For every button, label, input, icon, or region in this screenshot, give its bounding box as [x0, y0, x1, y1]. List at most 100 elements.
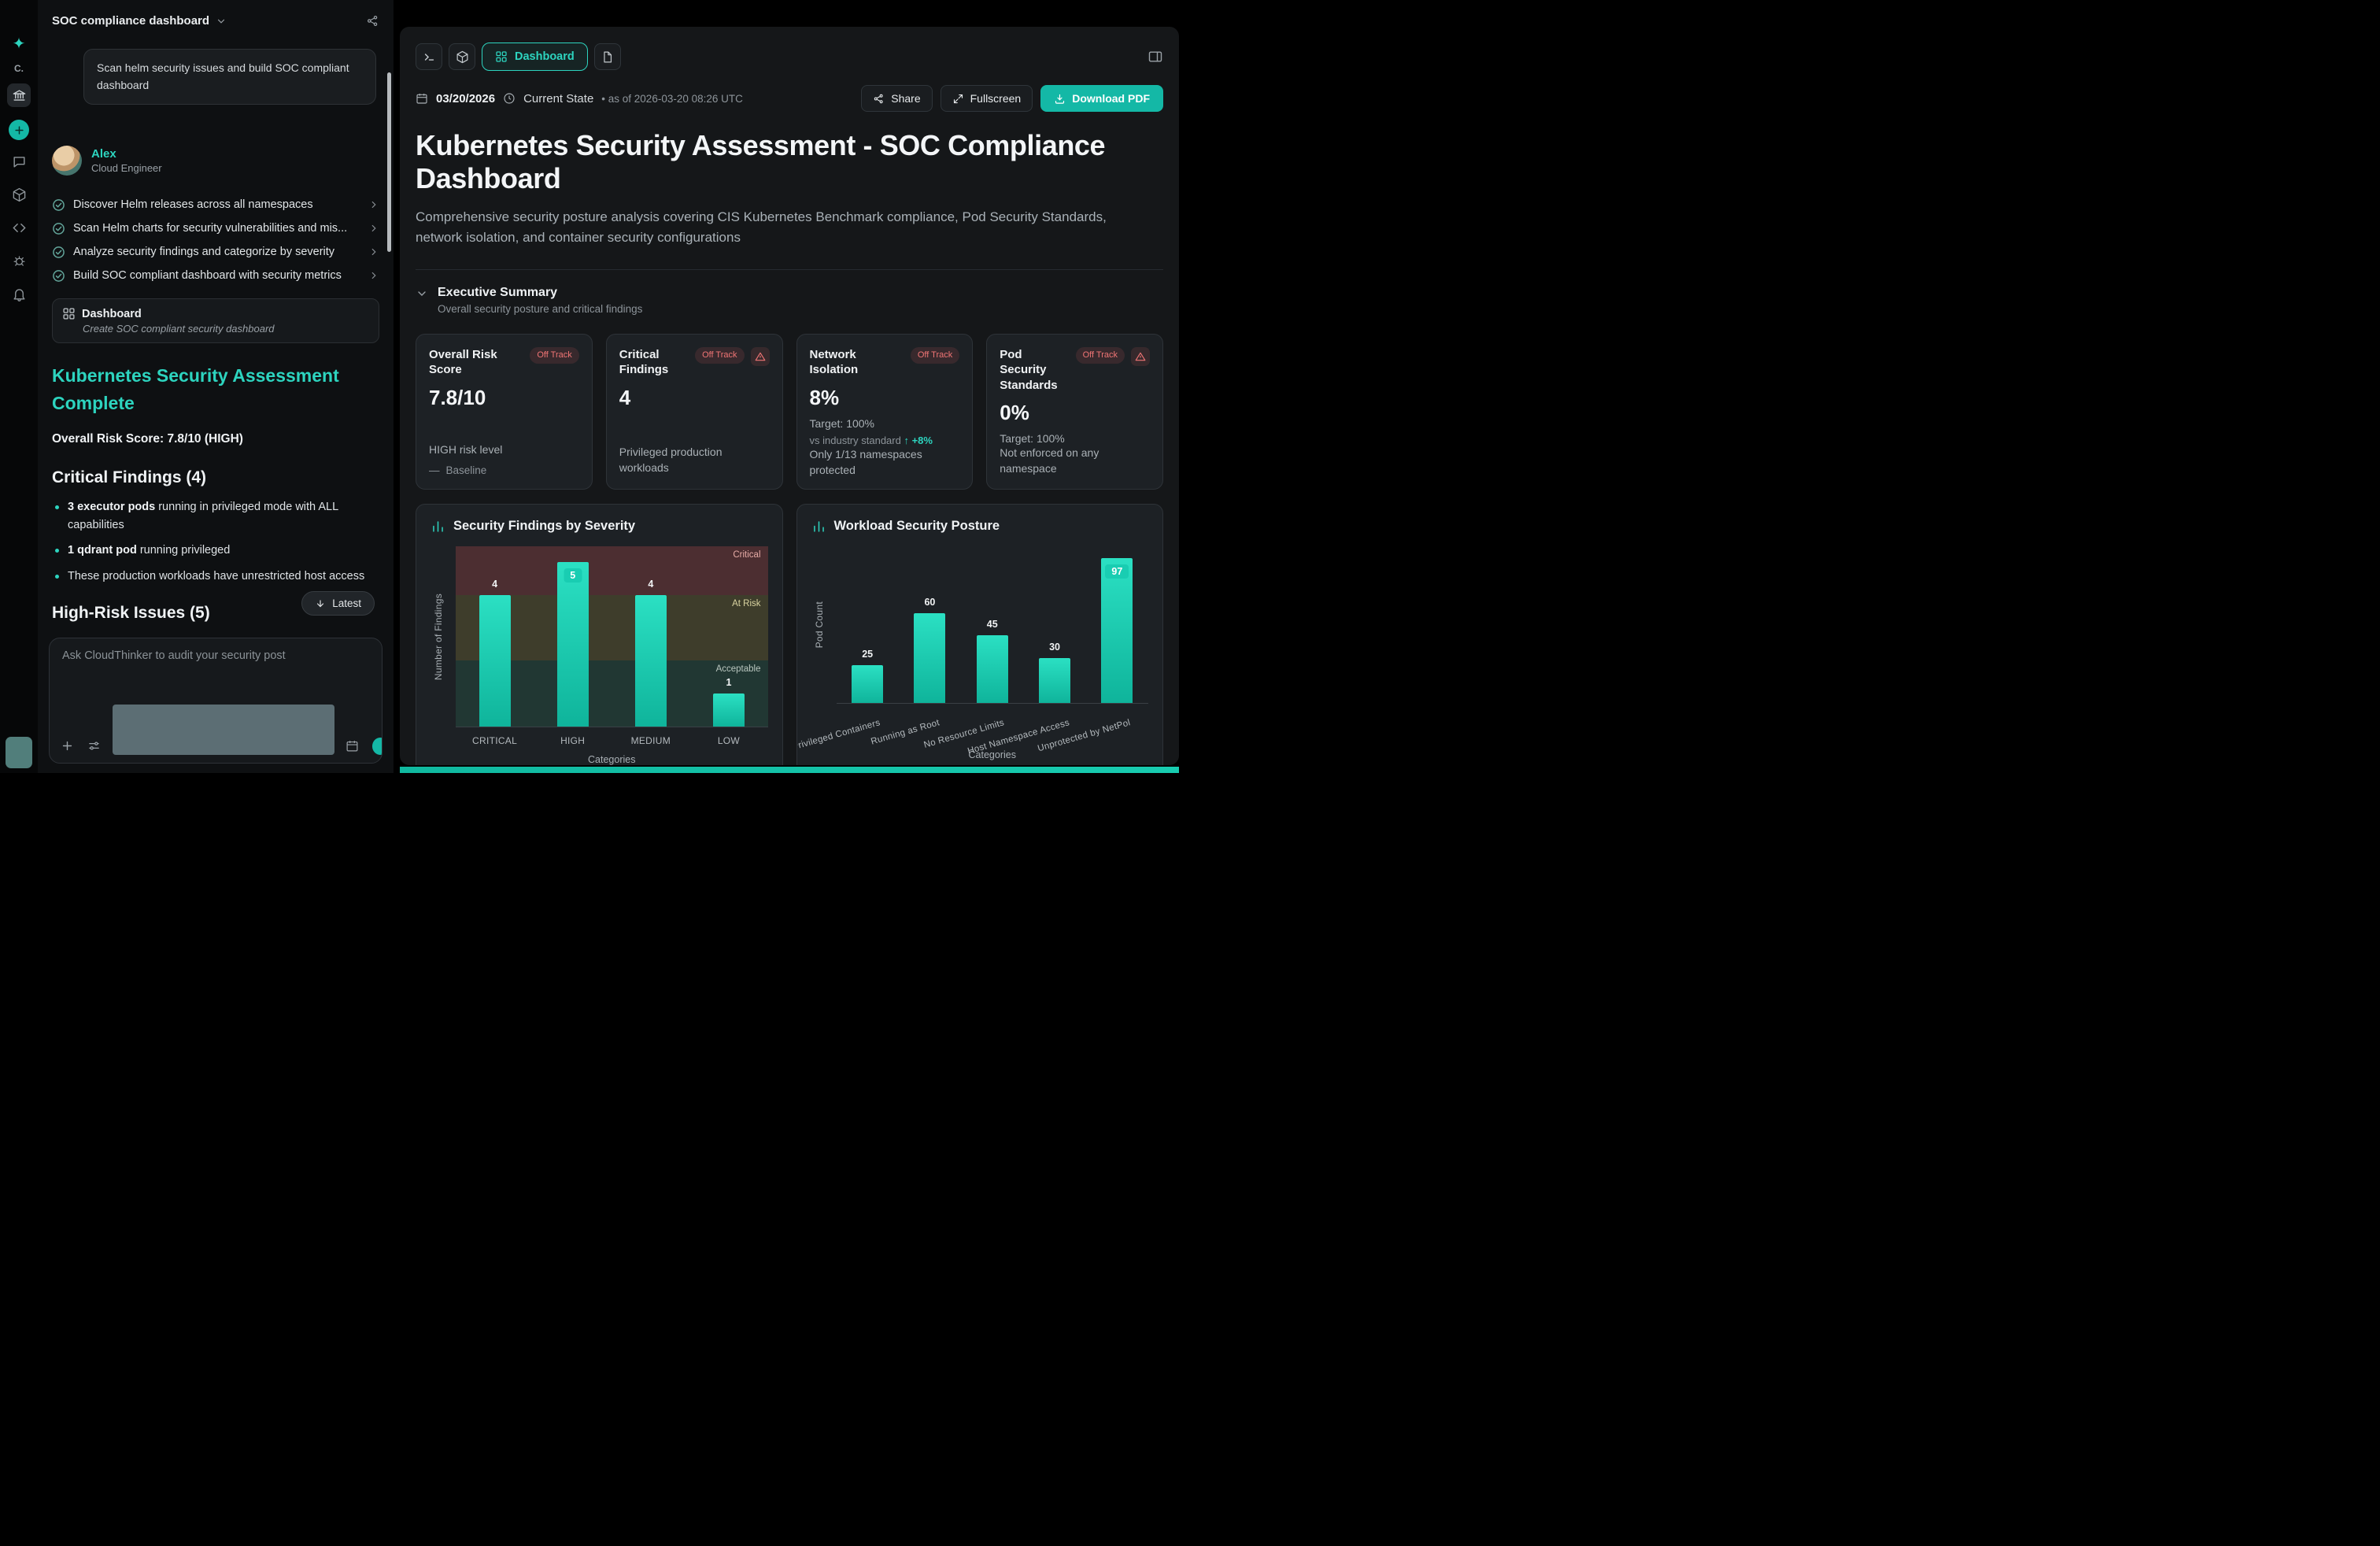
bug-icon: [12, 253, 27, 268]
chevron-down-icon[interactable]: [416, 287, 428, 315]
chevron-right-icon: [368, 270, 379, 281]
result-heading: Kubernetes Security Assessment Complete: [52, 362, 379, 416]
agent-user-row: Alex Cloud Engineer: [52, 146, 379, 176]
metric-note: Only 1/13 namespaces protected: [810, 446, 960, 479]
chat-scroll-area[interactable]: Scan helm security issues and build SOC …: [38, 38, 394, 628]
plot-area: CriticalAt RiskAcceptable4541: [456, 546, 768, 727]
metric-title: Critical Findings: [619, 347, 689, 378]
task-item[interactable]: Scan Helm charts for security vulnerabil…: [52, 216, 379, 240]
bar-Privileged Containers: [852, 665, 883, 702]
metric-note: Not enforced on any namespace: [1000, 445, 1150, 477]
download-pdf-button[interactable]: Download PDF: [1040, 85, 1163, 112]
bar-value: 45: [987, 619, 998, 630]
user-prompt-bubble: Scan helm security issues and build SOC …: [83, 49, 376, 105]
x-tick: CRITICAL: [456, 735, 534, 746]
metric-value: 4: [619, 386, 770, 410]
report-as-of: • as of 2026-03-20 08:26 UTC: [601, 93, 743, 105]
x-tick: HIGH: [534, 735, 612, 746]
avatar: [52, 146, 82, 176]
resources-view-button[interactable]: [449, 43, 475, 70]
chats-button[interactable]: [7, 150, 31, 173]
workspace-initial: C.: [14, 63, 24, 74]
attach-plus-icon[interactable]: [59, 736, 76, 755]
message-composer[interactable]: Ask CloudThinker to audit your security …: [49, 638, 382, 764]
executive-summary-section: Executive Summary Overall security postu…: [416, 269, 1163, 315]
cube-icon: [12, 187, 27, 202]
task-item[interactable]: Analyze security findings and categorize…: [52, 240, 379, 264]
y-axis-label: Pod Count: [814, 601, 825, 648]
fullscreen-button[interactable]: Fullscreen: [941, 85, 1033, 112]
workspace-button[interactable]: [7, 83, 31, 107]
sliders-icon[interactable]: [86, 736, 103, 755]
vs-label: vs industry standard: [810, 435, 901, 446]
scan-button[interactable]: [7, 249, 31, 272]
tab-dashboard[interactable]: Dashboard: [482, 43, 588, 71]
x-tick: LOW: [689, 735, 767, 746]
critical-findings-heading: Critical Findings (4): [52, 468, 379, 487]
code-icon: [12, 220, 27, 235]
metric-cards-row: Overall Risk Score Off Track 7.8/10 HIGH…: [416, 334, 1163, 490]
task-item[interactable]: Discover Helm releases across all namesp…: [52, 193, 379, 216]
metric-card-critical-findings: Critical Findings Off Track 4 Privileged…: [606, 334, 783, 490]
calendar-icon[interactable]: [344, 736, 361, 755]
icon-rail: ✦ C.: [0, 0, 38, 773]
metric-vs-row: vs industry standard ↑ +8%: [810, 435, 960, 446]
user-avatar-tile[interactable]: [6, 737, 32, 768]
resources-button[interactable]: [7, 183, 31, 206]
terminal-button[interactable]: [416, 43, 442, 70]
artifact-title: Dashboard: [82, 308, 142, 320]
metric-note: HIGH risk level: [429, 442, 579, 457]
code-button[interactable]: [7, 216, 31, 239]
clock-icon: [503, 92, 516, 105]
bar-value: 30: [1049, 642, 1060, 653]
share-button[interactable]: Share: [861, 85, 932, 112]
report-date: 03/20/2026: [436, 92, 495, 105]
metric-card-pod-security: Pod Security Standards Off Track 0% Targ…: [986, 334, 1163, 490]
report-meta-row: 03/20/2026 Current State • as of 2026-03…: [416, 85, 1163, 112]
chevron-right-icon: [368, 246, 379, 257]
app-logo-sparkle-icon: ✦: [13, 36, 26, 52]
attachment-preview[interactable]: [113, 705, 334, 755]
baseline-row: — Baseline: [429, 464, 579, 476]
latest-label: Latest: [332, 597, 361, 609]
sidebar-scrollbar[interactable]: [387, 72, 391, 252]
x-axis-label: Categories: [837, 749, 1149, 760]
warning-triangle-icon: [751, 347, 770, 366]
status-badge: Off Track: [1076, 347, 1125, 364]
chart-title: Security Findings by Severity: [453, 519, 635, 534]
task-item[interactable]: Build SOC compliant dashboard with secur…: [52, 264, 379, 287]
chevron-down-icon[interactable]: [216, 16, 227, 27]
page-subtitle: Comprehensive security posture analysis …: [416, 207, 1148, 249]
grid-icon: [495, 50, 508, 63]
conversation-title[interactable]: SOC compliance dashboard: [52, 14, 209, 28]
notifications-button[interactable]: [7, 282, 31, 305]
report-state: Current State: [523, 92, 593, 105]
send-button[interactable]: [372, 738, 382, 755]
check-circle-icon: [52, 198, 65, 212]
latest-button[interactable]: Latest: [301, 591, 375, 616]
bar-Running as Root: [914, 613, 945, 703]
bar-CRITICAL: [479, 595, 511, 727]
dashboard-artifact-card[interactable]: Dashboard Create SOC compliant security …: [52, 298, 379, 343]
dashboard-panel: Dashboard 03/20/2026 Current State • as …: [400, 27, 1179, 765]
bar-value: 1: [726, 677, 731, 688]
document-view-button[interactable]: [594, 43, 621, 70]
bell-icon: [12, 287, 27, 301]
grid-icon: [62, 307, 76, 320]
calendar-icon: [416, 92, 428, 105]
metric-value: 0%: [1000, 401, 1150, 425]
new-chat-button[interactable]: [9, 120, 29, 140]
task-label: Build SOC compliant dashboard with secur…: [73, 269, 360, 282]
warning-triangle-icon: [1131, 347, 1150, 366]
status-badge: Off Track: [695, 347, 744, 364]
user-name: Alex: [91, 147, 162, 161]
page-title: Kubernetes Security Assessment - SOC Com…: [416, 129, 1144, 196]
plus-icon: [13, 124, 25, 136]
status-badge: Off Track: [911, 347, 959, 364]
user-role: Cloud Engineer: [91, 162, 162, 174]
share-icon[interactable]: [366, 14, 379, 28]
collapse-panel-icon[interactable]: [1148, 49, 1163, 65]
composer-placeholder: Ask CloudThinker to audit your security …: [62, 649, 286, 662]
risk-score-line: Overall Risk Score: 7.8/10 (HIGH): [52, 432, 379, 446]
chart-card-workload: Workload Security Posture Pod Count 2560…: [796, 504, 1164, 765]
